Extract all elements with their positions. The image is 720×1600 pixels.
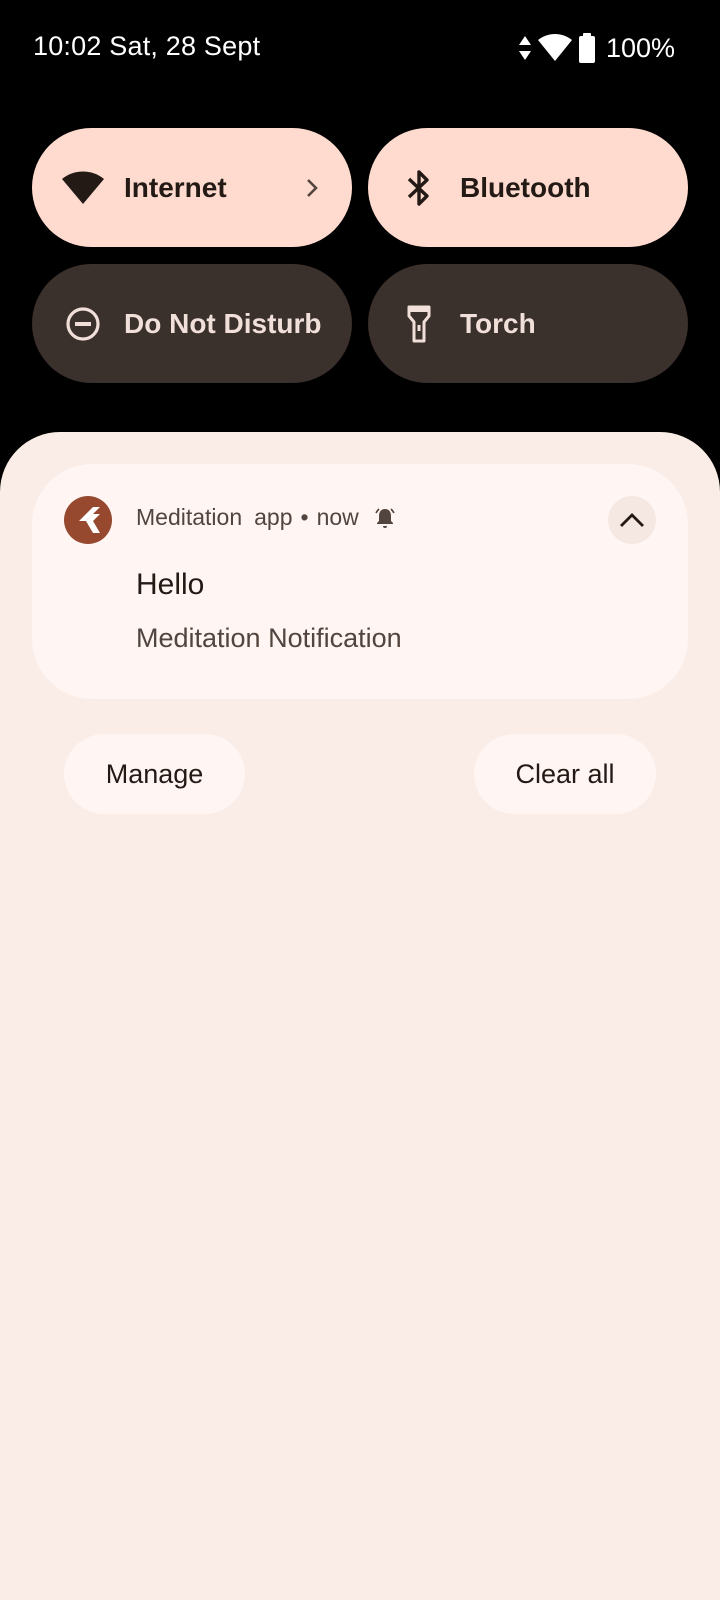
alert-bell-icon bbox=[375, 507, 395, 528]
manage-button[interactable]: Manage bbox=[64, 734, 245, 814]
notification-title: Hello bbox=[136, 568, 205, 601]
data-arrows-icon bbox=[518, 36, 531, 60]
battery-percentage: 100% bbox=[605, 32, 675, 63]
tile-internet-label: Internet bbox=[124, 171, 227, 203]
status-icons: 100% bbox=[518, 30, 675, 66]
tile-torch-label: Torch bbox=[460, 307, 536, 339]
battery-icon bbox=[578, 33, 595, 63]
clear-all-button[interactable]: Clear all bbox=[474, 734, 656, 814]
chevron-up-icon bbox=[620, 513, 644, 527]
collapse-button[interactable] bbox=[608, 496, 656, 544]
app-icon bbox=[64, 496, 112, 544]
sub-text: app bbox=[254, 504, 293, 530]
header-separator: • bbox=[300, 504, 309, 530]
notification-header: Meditation app • now bbox=[136, 504, 397, 531]
notification-text: Meditation Notification bbox=[136, 623, 402, 653]
tile-do-not-disturb[interactable]: Do Not Disturb bbox=[32, 264, 352, 383]
tile-bluetooth[interactable]: Bluetooth bbox=[368, 128, 688, 247]
wifi-icon bbox=[537, 34, 572, 61]
status-bar: 10:02 Sat, 28 Sept 100% bbox=[0, 0, 720, 100]
flutter-logo-icon bbox=[79, 507, 100, 533]
clock-date: 10:02 Sat, 28 Sept bbox=[33, 31, 261, 61]
do-not-disturb-icon bbox=[62, 303, 104, 345]
wifi-icon bbox=[62, 167, 104, 209]
chevron-right-icon bbox=[307, 178, 318, 197]
tile-bluetooth-label: Bluetooth bbox=[460, 171, 591, 203]
app-name: Meditation bbox=[136, 504, 243, 530]
torch-icon bbox=[398, 303, 440, 345]
tile-internet[interactable]: Internet bbox=[32, 128, 352, 247]
notification-time: now bbox=[316, 504, 359, 530]
tile-torch[interactable]: Torch bbox=[368, 264, 688, 383]
notification-card[interactable]: Meditation app • now Hello Meditation No… bbox=[32, 464, 688, 699]
tile-dnd-label: Do Not Disturb bbox=[124, 307, 322, 339]
bluetooth-icon bbox=[398, 167, 440, 209]
